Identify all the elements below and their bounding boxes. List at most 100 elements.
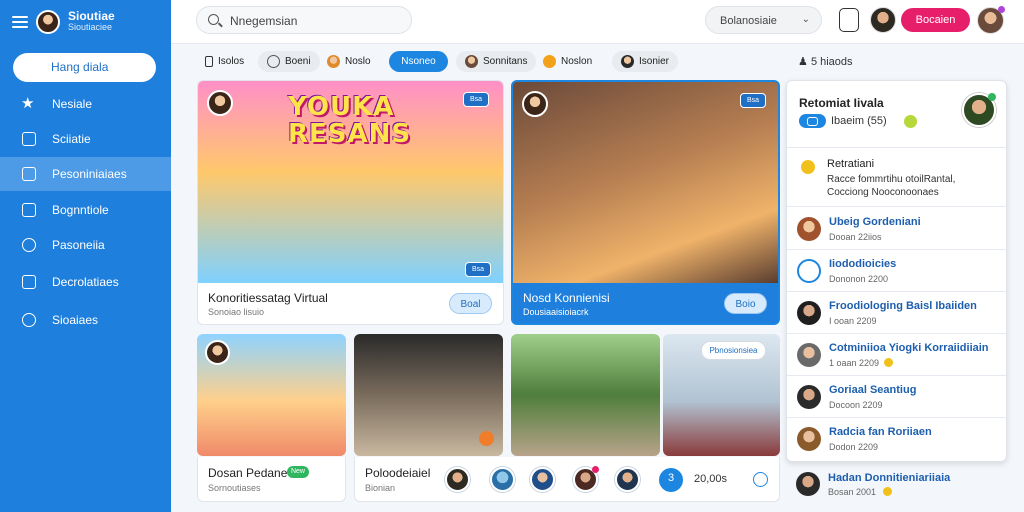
panel-avatar[interactable] xyxy=(962,93,996,127)
sidebar-item-pesoniniaiaes[interactable]: Pesoniniaiaes xyxy=(0,157,171,191)
item-name: Goriaal Seantiug xyxy=(829,384,917,396)
filter-chip-nsoneo[interactable]: Nsoneo xyxy=(389,51,448,72)
feature-card-selected[interactable]: Bsa Nosd Konnienisi Dousiaaisioiacrk Boi… xyxy=(511,80,780,325)
sidebar-item-label: Sioaiaes xyxy=(52,313,99,327)
card-title: Nosd Konnienisi xyxy=(523,291,610,305)
thumbnail-badge: Pbnosionsiea xyxy=(701,341,766,360)
thumbnail[interactable]: Pbnosionsiea xyxy=(663,334,780,456)
menu-icon[interactable] xyxy=(12,16,28,28)
thumbnail[interactable] xyxy=(511,334,660,456)
item-sub: Docoon 2209 xyxy=(829,400,883,410)
list-item[interactable]: Hadan Donnitieniariiaia Bosan 2001 xyxy=(786,466,1007,508)
host-avatar xyxy=(522,91,548,117)
avatar xyxy=(797,217,821,241)
participant-avatar[interactable] xyxy=(490,467,515,492)
card-action-button[interactable]: Boal xyxy=(449,293,492,314)
list-item[interactable]: Cotminiioa Yiogki Korraiidiiain 1 oaan 2… xyxy=(787,334,1006,376)
avatar xyxy=(327,55,340,68)
filter-select[interactable]: Bolanosiaie ⌄ xyxy=(705,6,822,34)
online-dot xyxy=(988,93,996,101)
user-avatar[interactable] xyxy=(870,7,896,33)
item-sub: Dononon 2200 xyxy=(829,274,889,284)
chat-bubble-icon[interactable]: 3 xyxy=(659,468,683,492)
thumb-title: Poloodeiaiel xyxy=(365,466,431,480)
highlight-section: Retratiani Racce fommrtihu otoilRantal, … xyxy=(787,147,1006,207)
list-item[interactable]: Iiododioicies Dononon 2200 xyxy=(787,250,1006,292)
item-name: Radcia fan Roriiaen xyxy=(829,426,932,438)
participant-avatar[interactable] xyxy=(445,467,470,492)
card-image: YOUKA RESANS xyxy=(198,81,503,283)
avatar xyxy=(797,385,821,409)
headline-line: RESANS xyxy=(288,119,412,149)
phone-icon[interactable] xyxy=(839,8,859,32)
feature-card[interactable]: YOUKA RESANS Bsa Bsa Konoritiessatag Vir… xyxy=(197,80,504,325)
filter-chip-isolos[interactable]: Isolos xyxy=(196,51,253,72)
thumbnail[interactable] xyxy=(197,334,346,456)
avatar xyxy=(797,343,821,367)
list-icon xyxy=(22,132,36,146)
filter-label: Nsoneo xyxy=(401,56,436,67)
filter-chip-boeni[interactable]: Boeni xyxy=(258,51,320,72)
star-icon: ★ xyxy=(21,95,35,112)
select-value: Bolanosiaie xyxy=(720,15,777,27)
participant-avatar[interactable] xyxy=(573,466,599,492)
sidebar-item-sciiatie[interactable]: Sciiatie xyxy=(0,122,171,156)
thumbnail[interactable] xyxy=(354,334,503,456)
sidebar-item-nesiale[interactable]: ★ Nesiale xyxy=(0,87,171,121)
sidebar-item-sioaiaes[interactable]: Sioaiaes xyxy=(0,303,171,337)
people-icon: ♟ xyxy=(798,56,808,68)
video-badge: Bsa xyxy=(463,92,489,107)
list-item[interactable]: Goriaal Seantiug Docoon 2209 xyxy=(787,376,1006,418)
sidebar-item-label: Sciiatie xyxy=(52,132,91,146)
list-item[interactable]: Ubeig Gordeniani Dooan 22iios xyxy=(787,208,1006,250)
profile-avatar[interactable] xyxy=(977,6,1005,34)
bell-icon xyxy=(801,160,815,174)
notification-dot xyxy=(592,466,599,473)
filter-chip-isonier[interactable]: Isonier xyxy=(612,51,679,72)
filter-chip-noslon[interactable]: Noslon xyxy=(534,51,601,72)
card-subtitle: Dousiaaisioiacrk xyxy=(523,307,589,317)
item-name: Hadan Donnitieniariiaia xyxy=(828,472,951,484)
sidebar-item-pasoneiia[interactable]: Pasoneiia xyxy=(0,228,171,262)
thumb-info: Dosan Pedane New Sornoutiases xyxy=(197,457,346,502)
sidebar-item-bognntiole[interactable]: Bognntiole xyxy=(0,193,171,227)
emoji-icon xyxy=(883,487,892,496)
box-icon xyxy=(22,167,36,181)
participant-avatar[interactable] xyxy=(530,467,555,492)
thumb-subtitle: Bionian xyxy=(365,483,396,493)
sync-icon xyxy=(22,313,36,327)
emoji-icon xyxy=(543,55,556,68)
check-square-icon xyxy=(22,203,36,217)
sidebar-item-label: Bognntiole xyxy=(52,203,109,217)
filter-chip-sonnitans[interactable]: Sonnitans xyxy=(456,51,537,72)
video-icon xyxy=(799,114,826,128)
filter-chip-noslo[interactable]: Noslo xyxy=(318,51,380,72)
item-sub: Dodon 2209 xyxy=(829,442,879,452)
sidebar-search-button[interactable]: Hang diala xyxy=(13,53,156,82)
sidebar-item-decrolatiaes[interactable]: Decrolatiaes xyxy=(0,265,171,299)
video-badge: Bsa xyxy=(465,262,491,277)
search-input[interactable]: Nnegemsian xyxy=(196,6,412,34)
card-subtitle: Sonoiao lisuio xyxy=(208,307,265,317)
item-name: Cotminiioa Yiogki Korraiidiiain xyxy=(829,342,989,354)
brand: Sioutiae Sioutiaciee xyxy=(0,0,171,44)
filter-label: Isonier xyxy=(639,56,670,67)
primary-cta-button[interactable]: Bocaien xyxy=(901,8,970,32)
sidebar-item-label: Pesoniniaiaes xyxy=(52,167,127,181)
card-action-button[interactable]: Boio xyxy=(724,293,767,314)
headline-line: YOUKA xyxy=(288,92,395,122)
item-sub: Bosan 2001 xyxy=(828,487,877,497)
results-count: ♟ 5 hiaods xyxy=(798,55,853,68)
reaction-icon[interactable] xyxy=(753,472,768,487)
topbar: Nnegemsian Bolanosiaie ⌄ Bocaien xyxy=(171,0,1024,44)
list-item[interactable]: Radcia fan Roriiaen Dodon 2209 xyxy=(787,418,1006,460)
filter-label: Boeni xyxy=(285,56,311,67)
chevron-down-icon: ⌄ xyxy=(801,14,810,25)
thumb-info: Poloodeiaiel Bionian 3 20,00s xyxy=(354,457,780,502)
results-count-text: 5 hiaods xyxy=(810,56,853,68)
highlight-title: Retratiani xyxy=(827,158,875,170)
participant-avatar[interactable] xyxy=(615,467,640,492)
list-item[interactable]: Froodiologing Baisl Ibaiiden I ooan 2209 xyxy=(787,292,1006,334)
sidebar-item-label: Decrolatiaes xyxy=(52,275,119,289)
filter-label: Noslo xyxy=(345,56,371,67)
